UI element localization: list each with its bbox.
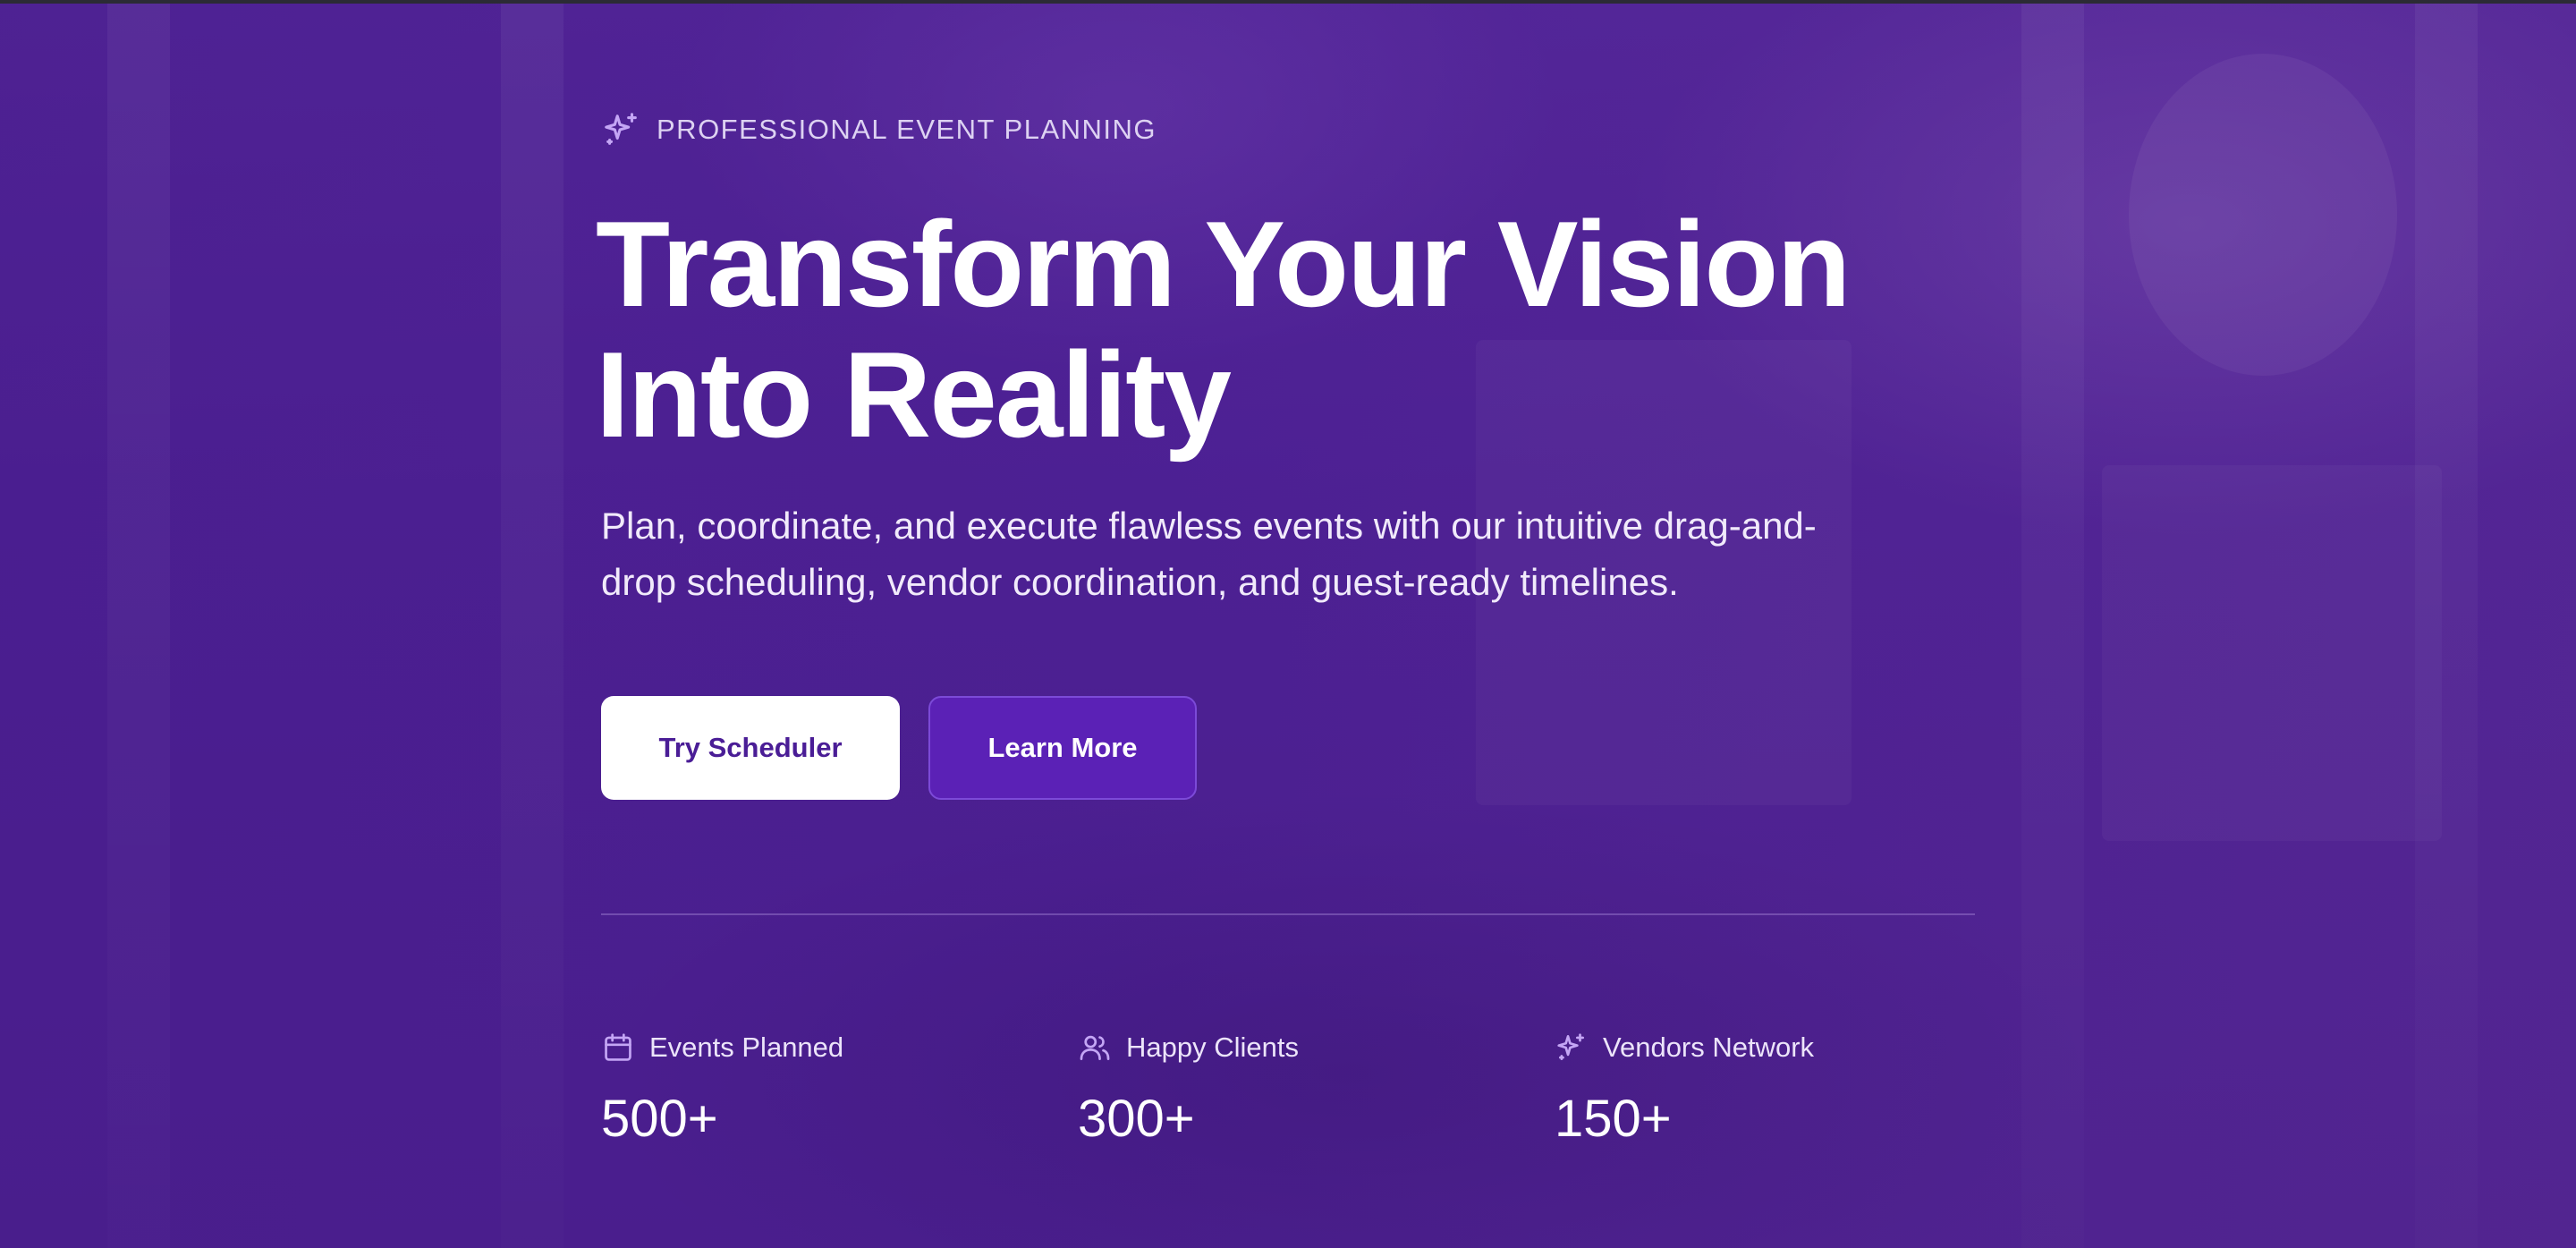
- sparkles-icon: [1555, 1031, 1589, 1065]
- stat-value: 500+: [601, 1090, 718, 1148]
- hero-section: PROFESSIONAL EVENT PLANNING Transform Yo…: [0, 0, 2576, 1248]
- headline-line: Transform Your Vision: [596, 196, 1851, 332]
- background-column: [501, 0, 564, 1248]
- stat-value: 150+: [1555, 1090, 1672, 1148]
- calendar-icon: [601, 1031, 635, 1065]
- hero-subtitle: Plan, coordinate, and execute flawless e…: [601, 497, 1970, 610]
- subtitle-line: Plan, coordinate, and execute flawless e…: [601, 505, 1817, 547]
- try-scheduler-button[interactable]: Try Scheduler: [601, 696, 900, 800]
- eyebrow-text: PROFESSIONAL EVENT PLANNING: [657, 114, 1157, 145]
- stat-label: Happy Clients: [1126, 1032, 1299, 1063]
- learn-more-button[interactable]: Learn More: [928, 696, 1197, 800]
- hero-actions: Try Scheduler Learn More: [601, 696, 1197, 800]
- subtitle-line: drop scheduling, vendor coordination, an…: [601, 561, 1679, 603]
- stat-label: Vendors Network: [1603, 1032, 1815, 1063]
- window-top-border: [0, 0, 2576, 4]
- stat-vendors-network: Vendors Network 150+: [1555, 1027, 1966, 1149]
- stat-label-row: Events Planned: [601, 1027, 1013, 1068]
- stats-row: Events Planned 500+ Happy Clients 300+ V…: [601, 1027, 1979, 1152]
- background-column: [2021, 0, 2084, 1248]
- eyebrow: PROFESSIONAL EVENT PLANNING: [601, 107, 1157, 152]
- background-column: [107, 0, 170, 1248]
- stat-label-row: Happy Clients: [1078, 1027, 1489, 1068]
- sparkles-icon: [601, 109, 642, 150]
- background-flower-shape: [2129, 54, 2397, 376]
- background-chair-shape: [2102, 465, 2442, 841]
- page-title: Transform Your Vision Into Reality: [596, 199, 1937, 460]
- stat-value: 300+: [1078, 1090, 1195, 1148]
- stat-label-row: Vendors Network: [1555, 1027, 1966, 1068]
- stat-events-planned: Events Planned 500+: [601, 1027, 1013, 1149]
- hero-content: PROFESSIONAL EVENT PLANNING Transform Yo…: [596, 0, 1979, 1248]
- users-icon: [1078, 1031, 1112, 1065]
- stat-label: Events Planned: [649, 1032, 844, 1063]
- divider: [601, 913, 1975, 915]
- headline-line: Into Reality: [596, 327, 1232, 463]
- stat-happy-clients: Happy Clients 300+: [1078, 1027, 1489, 1149]
